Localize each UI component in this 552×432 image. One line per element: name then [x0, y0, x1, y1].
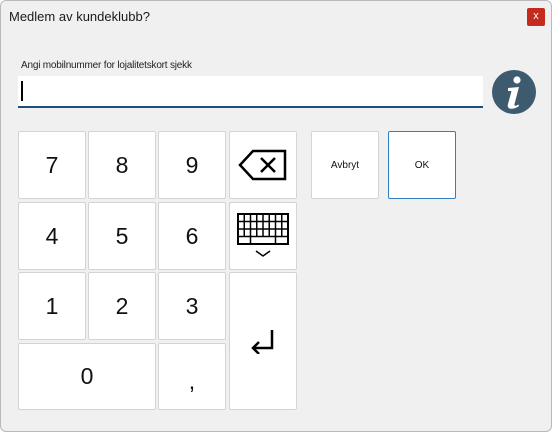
key-7[interactable]: 7	[18, 131, 86, 199]
key-8[interactable]: 8	[88, 131, 156, 199]
key-6[interactable]: 6	[158, 202, 226, 270]
keyboard-icon	[237, 213, 289, 257]
keyboard-toggle-key[interactable]	[229, 202, 297, 270]
ok-button[interactable]: OK	[388, 131, 456, 199]
key-0[interactable]: 0	[18, 343, 156, 410]
key-9[interactable]: 9	[158, 131, 226, 199]
key-comma[interactable]: ,	[158, 343, 226, 410]
dialog-window: Medlem av kundeklubb? x Angi mobilnummer…	[0, 0, 552, 432]
title-bar: Medlem av kundeklubb? x	[1, 1, 551, 32]
key-5[interactable]: 5	[88, 202, 156, 270]
enter-key[interactable]	[229, 272, 297, 410]
backspace-icon	[238, 149, 287, 181]
info-icon[interactable]	[491, 69, 537, 115]
key-3[interactable]: 3	[158, 272, 226, 340]
key-1[interactable]: 1	[18, 272, 86, 340]
key-4[interactable]: 4	[18, 202, 86, 270]
key-2[interactable]: 2	[88, 272, 156, 340]
enter-icon	[251, 330, 274, 354]
text-caret	[21, 81, 23, 101]
close-button[interactable]: x	[527, 8, 545, 26]
backspace-key[interactable]	[229, 131, 297, 199]
phone-prompt-label: Angi mobilnummer for lojalitetskort sjek…	[21, 60, 192, 71]
phone-number-input[interactable]	[18, 76, 483, 108]
cancel-button[interactable]: Avbryt	[311, 131, 379, 199]
window-title: Medlem av kundeklubb?	[9, 9, 150, 24]
